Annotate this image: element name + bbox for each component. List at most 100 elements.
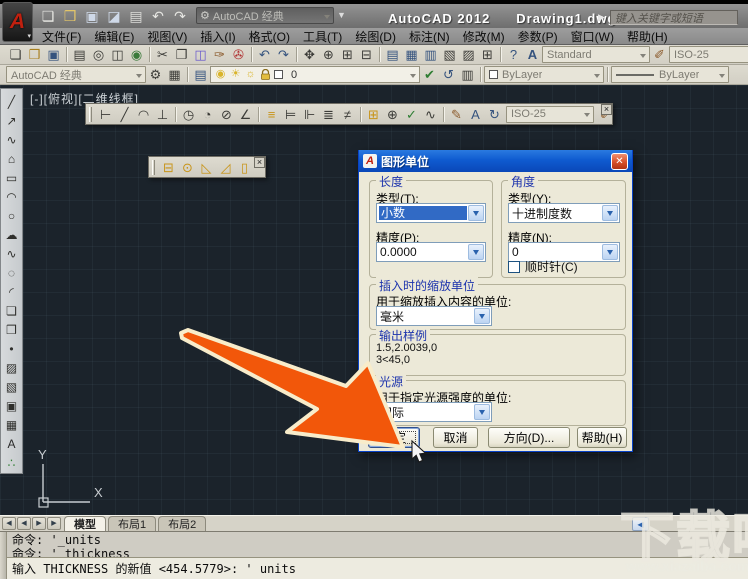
redo-icon[interactable]: ↷ bbox=[170, 6, 190, 26]
dropdown-arrow-icon[interactable] bbox=[468, 205, 484, 221]
length-precision-combo[interactable]: 0.0000 bbox=[376, 242, 486, 262]
insert-block-icon[interactable]: ❏ bbox=[2, 301, 21, 320]
line-icon[interactable]: ╱ bbox=[2, 92, 21, 111]
help-icon[interactable]: ? bbox=[504, 46, 523, 64]
dialog-title-bar[interactable]: A 图形单位 ✕ bbox=[359, 150, 632, 172]
menu-format[interactable]: 格式(O) bbox=[249, 28, 290, 45]
command-window-grip[interactable] bbox=[0, 532, 7, 579]
dimension-text-edit-icon[interactable]: A bbox=[466, 105, 485, 123]
menu-window[interactable]: 窗口(W) bbox=[571, 28, 614, 45]
cancel-button[interactable]: 取消 bbox=[433, 427, 478, 448]
menu-view[interactable]: 视图(V) bbox=[147, 28, 187, 45]
zoom-window-icon[interactable]: ⊞ bbox=[338, 46, 357, 64]
aligned-dimension-icon[interactable]: ╱ bbox=[115, 105, 134, 123]
block-editor-icon[interactable]: ✇ bbox=[229, 46, 248, 64]
scroll-left-button[interactable]: ◀ bbox=[632, 517, 649, 531]
center-mark-icon[interactable]: ⊕ bbox=[383, 105, 402, 123]
workspace-save-icon[interactable]: ▦ bbox=[165, 66, 184, 84]
gradient-icon[interactable]: ▧ bbox=[2, 377, 21, 396]
close-icon[interactable]: × bbox=[254, 157, 265, 168]
save-as-icon[interactable]: ◪ bbox=[104, 6, 124, 26]
diameter-dimension-icon[interactable]: ⊘ bbox=[217, 105, 236, 123]
make-objects-layer-current-icon[interactable]: ✔ bbox=[420, 66, 439, 84]
close-icon[interactable]: ✕ bbox=[611, 153, 628, 170]
ordinate-dimension-icon[interactable]: ⊥ bbox=[153, 105, 172, 123]
multiline-text-icon[interactable]: A bbox=[2, 434, 21, 453]
ellipse-icon[interactable]: ◌ bbox=[2, 263, 21, 282]
menu-help[interactable]: 帮助(H) bbox=[627, 28, 668, 45]
sheet-set-manager-icon[interactable]: ▧ bbox=[440, 46, 459, 64]
plot-preview-icon[interactable]: ◎ bbox=[89, 46, 108, 64]
dim-style-combo[interactable]: ISO-25 bbox=[669, 46, 748, 63]
multiple-points-icon[interactable]: ∴ bbox=[2, 453, 21, 472]
layer-previous-icon[interactable]: ↺ bbox=[439, 66, 458, 84]
dropdown-arrow-icon[interactable] bbox=[474, 308, 490, 324]
dropdown-arrow-icon[interactable] bbox=[136, 74, 142, 81]
tab-next-icon[interactable]: ▶ bbox=[32, 517, 46, 530]
dropdown-arrow-icon[interactable] bbox=[594, 74, 600, 81]
layer-properties-manager-icon[interactable]: ▤ bbox=[191, 66, 210, 84]
color-combo[interactable]: ByLayer bbox=[484, 66, 604, 83]
dropdown-arrow-icon[interactable] bbox=[410, 74, 416, 81]
dropdown-arrow-icon[interactable] bbox=[324, 15, 330, 22]
menu-insert[interactable]: 插入(I) bbox=[200, 28, 235, 45]
baseline-dimension-icon[interactable]: ⊨ bbox=[281, 105, 300, 123]
text-style-icon[interactable]: A bbox=[523, 46, 542, 64]
layer-on-bulb-icon[interactable]: ◉ bbox=[213, 67, 228, 82]
menu-edit[interactable]: 编辑(E) bbox=[94, 28, 134, 45]
tab-layout1[interactable]: 布局1 bbox=[108, 516, 156, 531]
dropdown-arrow-icon[interactable] bbox=[468, 244, 484, 260]
rectangle-icon[interactable]: ▭ bbox=[2, 168, 21, 187]
undo-icon[interactable]: ↶ bbox=[148, 6, 168, 26]
dropdown-arrow-icon[interactable] bbox=[719, 74, 725, 81]
zoom-realtime-icon[interactable]: ⊕ bbox=[319, 46, 338, 64]
infocenter-arrow-icon[interactable]: ▶ bbox=[598, 12, 605, 23]
length-type-combo[interactable]: 小数 bbox=[376, 203, 486, 223]
direction-button[interactable]: 方向(D)... bbox=[488, 427, 570, 448]
continue-dimension-icon[interactable]: ⊩ bbox=[300, 105, 319, 123]
dim-constraint-cylinder-icon[interactable]: ▯ bbox=[235, 158, 254, 176]
construction-line-icon[interactable]: ↗ bbox=[2, 111, 21, 130]
dropdown-arrow-icon[interactable] bbox=[602, 244, 618, 260]
create-block-icon[interactable]: ❒ bbox=[2, 320, 21, 339]
layer-lock-icon[interactable] bbox=[258, 67, 273, 82]
zoom-previous-icon[interactable]: ⊟ bbox=[357, 46, 376, 64]
command-input[interactable]: 输入 THICKNESS 的新值 <454.5779>: ' units bbox=[7, 557, 748, 579]
save-icon[interactable]: ▣ bbox=[44, 46, 63, 64]
clockwise-checkbox-row[interactable]: 顺时针(C) bbox=[508, 258, 578, 275]
dropdown-arrow-icon[interactable] bbox=[584, 113, 590, 120]
dimension-space-icon[interactable]: ≣ bbox=[319, 105, 338, 123]
dimension-jog-line-icon[interactable]: ∿ bbox=[421, 105, 440, 123]
workspaces-combo[interactable]: AutoCAD 经典 bbox=[6, 66, 146, 83]
clockwise-checkbox[interactable] bbox=[508, 261, 520, 273]
properties-icon[interactable]: ▤ bbox=[383, 46, 402, 64]
match-properties-icon[interactable]: ✑ bbox=[210, 46, 229, 64]
menu-dimension[interactable]: 标注(N) bbox=[409, 28, 450, 45]
dim-style-icon[interactable]: ✐ bbox=[650, 46, 669, 64]
tab-first-icon[interactable]: ◀ bbox=[2, 517, 16, 530]
plot-icon[interactable]: ▤ bbox=[126, 6, 146, 26]
copy-icon[interactable]: ❐ bbox=[172, 46, 191, 64]
dropdown-arrow-icon[interactable] bbox=[474, 404, 490, 420]
workspace-dropdown-button[interactable]: ▼ bbox=[337, 10, 346, 20]
search-input[interactable]: 键入关键字或短语 bbox=[610, 10, 738, 25]
dim-constraint-linear-icon[interactable]: ⊟ bbox=[159, 158, 178, 176]
tool-palettes-icon[interactable]: ▥ bbox=[421, 46, 440, 64]
redo-icon[interactable]: ↷ bbox=[274, 46, 293, 64]
etransmit-icon[interactable]: ◉ bbox=[127, 46, 146, 64]
region-icon[interactable]: ▣ bbox=[2, 396, 21, 415]
circle-icon[interactable]: ○ bbox=[2, 206, 21, 225]
ok-button[interactable]: 确定 bbox=[368, 427, 420, 448]
layer-vp-freeze-icon[interactable]: ☼ bbox=[243, 67, 258, 82]
linetype-combo[interactable]: ByLayer bbox=[611, 66, 729, 83]
lighting-combo[interactable]: 国际 bbox=[376, 402, 492, 422]
dimension-update-icon[interactable]: ↻ bbox=[485, 105, 504, 123]
dropdown-arrow-icon[interactable] bbox=[640, 54, 646, 61]
quick-calc-icon[interactable]: ⊞ bbox=[478, 46, 497, 64]
toolbar-grip[interactable] bbox=[152, 160, 155, 175]
help-button[interactable]: 帮助(H) bbox=[577, 427, 627, 448]
cut-icon[interactable]: ✂ bbox=[153, 46, 172, 64]
paste-icon[interactable]: ◫ bbox=[191, 46, 210, 64]
workspace-settings-gear-icon[interactable]: ⚙ bbox=[146, 66, 165, 84]
save-icon[interactable]: ▣ bbox=[82, 6, 102, 26]
